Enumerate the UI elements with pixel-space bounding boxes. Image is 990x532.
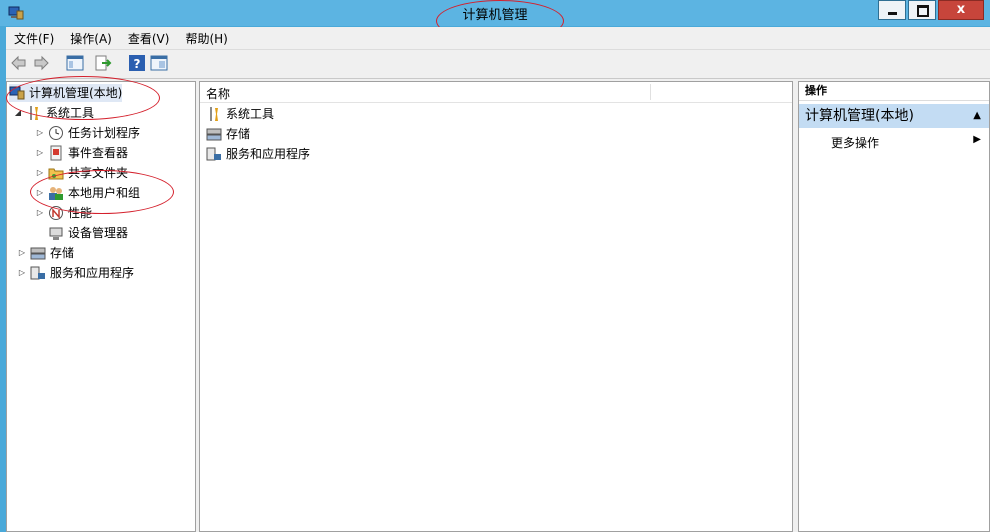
tree-item-event-viewer[interactable]: ▷ 事件查看器: [35, 144, 128, 162]
list-item-label: 服务和应用程序: [226, 147, 311, 161]
tree-root[interactable]: 计算机管理(本地): [9, 84, 123, 102]
event-log-icon: [50, 145, 62, 161]
expand-icon[interactable]: ▷: [35, 164, 45, 182]
services-icon: [30, 266, 45, 280]
close-icon: x: [956, 2, 966, 17]
tree-item-services-apps[interactable]: ▷ 服务和应用程序: [17, 264, 134, 282]
close-button[interactable]: x: [938, 0, 984, 20]
clock-icon: [49, 126, 63, 140]
column-divider[interactable]: [650, 84, 651, 100]
tree-item-task-scheduler[interactable]: ▷ 任务计划程序: [35, 124, 140, 142]
window-frame: 文件(F) 操作(A) 查看(V) 帮助(H) ? 计算机管理(本地) ◢ 系统…: [6, 27, 990, 532]
menu-view[interactable]: 查看(V): [120, 30, 178, 47]
back-arrow-icon[interactable]: [10, 54, 28, 72]
collapse-icon[interactable]: ◢: [13, 104, 23, 122]
services-icon: [206, 147, 221, 161]
menu-file[interactable]: 文件(F): [6, 30, 62, 47]
title-bar: 计算机管理 x: [0, 0, 990, 26]
menu-action[interactable]: 操作(A): [62, 30, 120, 47]
tools-icon: [30, 106, 38, 120]
tree-item-label: 系统工具: [46, 106, 95, 120]
tree-item-label: 设备管理器: [68, 226, 129, 240]
storage-icon: [30, 247, 46, 260]
tools-icon: [210, 107, 218, 121]
tree-item-device-manager[interactable]: 设备管理器: [48, 224, 128, 242]
window-title: 计算机管理: [462, 8, 528, 23]
computer-management-icon: [9, 86, 25, 100]
help-icon[interactable]: ?: [128, 54, 146, 72]
tree-item-label: 性能: [68, 206, 93, 220]
tree-item-label: 任务计划程序: [68, 126, 141, 140]
tree-item-local-users-groups[interactable]: ▷ 本地用户和组: [35, 184, 140, 202]
tree-item-label: 本地用户和组: [68, 186, 141, 200]
users-icon: [49, 187, 63, 200]
tree-item-performance[interactable]: ▷ 性能: [35, 204, 92, 222]
chevron-right-icon[interactable]: ▶: [973, 134, 981, 145]
maximize-icon: [917, 5, 929, 17]
tree-item-storage[interactable]: ▷ 存储: [17, 244, 74, 262]
menu-help[interactable]: 帮助(H): [177, 30, 235, 47]
menu-bar: 文件(F) 操作(A) 查看(V) 帮助(H): [6, 27, 990, 49]
svg-text:?: ?: [134, 57, 141, 71]
shared-folder-icon: [48, 168, 64, 180]
list-item-label: 系统工具: [226, 107, 275, 121]
minimize-icon: [888, 12, 897, 15]
list-item-storage[interactable]: 存储: [206, 124, 250, 144]
column-header-name[interactable]: 名称: [206, 85, 230, 102]
actions-header: 操作: [799, 82, 989, 101]
tree-item-label: 事件查看器: [68, 146, 129, 160]
properties-icon[interactable]: [150, 54, 168, 72]
actions-pane: 操作 计算机管理(本地) ▲ 更多操作 ▶: [798, 81, 990, 532]
tree-item-system-tools[interactable]: ◢ 系统工具: [13, 104, 94, 122]
tree-root-label: 计算机管理(本地): [29, 86, 123, 100]
tree-item-shared-folders[interactable]: ▷ 共享文件夹: [35, 164, 128, 182]
actions-section[interactable]: 计算机管理(本地) ▲: [799, 104, 989, 128]
forward-arrow-icon[interactable]: [32, 54, 50, 72]
tree-item-label: 存储: [50, 246, 75, 260]
performance-gauge-icon: [49, 206, 63, 220]
maximize-button[interactable]: [908, 0, 936, 20]
expand-icon[interactable]: ▷: [35, 144, 45, 162]
tree-item-label: 服务和应用程序: [50, 266, 135, 280]
list-item-label: 存储: [226, 127, 251, 141]
list-item-services-apps[interactable]: 服务和应用程序: [206, 144, 310, 164]
expand-icon[interactable]: ▷: [35, 124, 45, 142]
actions-section-label: 计算机管理(本地): [805, 108, 914, 124]
storage-icon: [206, 128, 222, 141]
toolbar: ?: [6, 49, 990, 79]
expand-icon[interactable]: ▷: [17, 264, 27, 282]
show-hide-tree-icon[interactable]: [66, 54, 84, 72]
tree-pane[interactable]: 计算机管理(本地) ◢ 系统工具 ▷ 任务计划程序 ▷ 事件查看器 ▷ 共享文件…: [6, 81, 196, 532]
more-actions-item[interactable]: 更多操作: [831, 134, 879, 151]
export-list-icon[interactable]: [94, 54, 112, 72]
expand-icon[interactable]: ▷: [35, 184, 45, 202]
content-pane[interactable]: 名称 系统工具 存储 服务和应用程序: [199, 81, 793, 532]
collapse-up-icon[interactable]: ▲: [973, 104, 981, 128]
minimize-button[interactable]: [878, 0, 906, 20]
expand-icon[interactable]: ▷: [35, 204, 45, 222]
expand-icon[interactable]: ▷: [17, 244, 27, 262]
device-manager-icon: [49, 227, 63, 240]
list-header: 名称: [200, 82, 792, 103]
tree-item-label: 共享文件夹: [68, 166, 129, 180]
list-item-system-tools[interactable]: 系统工具: [206, 104, 274, 124]
